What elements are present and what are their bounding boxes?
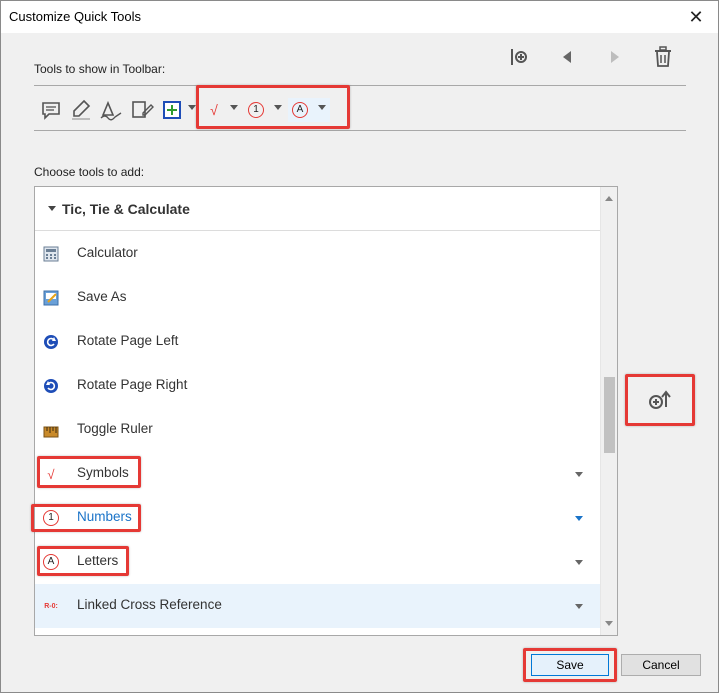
toolbar-actions — [501, 43, 691, 73]
trash-icon[interactable] — [651, 45, 675, 69]
group-title: Tic, Tie & Calculate — [62, 201, 190, 217]
save-highlight-box — [523, 648, 617, 682]
insert-separator-icon[interactable] — [507, 45, 531, 69]
rotate-right-icon — [41, 376, 61, 396]
calculator-icon — [41, 244, 61, 264]
dialog-title: Customize Quick Tools — [9, 9, 141, 24]
add-button-highlight-box — [625, 374, 695, 426]
title-bar: Customize Quick Tools ✕ — [1, 1, 718, 33]
fill-sign-icon[interactable] — [131, 98, 155, 122]
close-icon[interactable]: ✕ — [684, 5, 708, 29]
list-scrollbar[interactable] — [600, 187, 617, 635]
cross-reference-icon: R-0: — [44, 602, 58, 610]
numbers-dropdown-icon[interactable] — [575, 516, 583, 521]
list-item-linked-cross-reference[interactable]: R-0: Linked Cross Reference — [35, 584, 601, 628]
choose-tools-label: Choose tools to add: — [34, 165, 145, 179]
list-item-label: Rotate Page Left — [77, 333, 179, 348]
toolbar-preview: √ 1 A — [34, 85, 686, 131]
toolbar-highlight-box — [196, 85, 350, 129]
cross-reference-dropdown-icon[interactable] — [575, 604, 583, 609]
comment-icon[interactable] — [39, 98, 63, 122]
list-item-label: Save As — [77, 289, 127, 304]
list-item-label: Rotate Page Right — [77, 377, 188, 392]
toolbar-section-label: Tools to show in Toolbar: — [34, 62, 166, 76]
list-item-rotate-right[interactable]: Rotate Page Right — [35, 364, 601, 408]
move-left-icon[interactable] — [555, 45, 579, 69]
cancel-button[interactable]: Cancel — [621, 654, 701, 676]
list-item-toggle-ruler[interactable]: Toggle Ruler — [35, 408, 601, 452]
rotate-left-icon — [41, 332, 61, 352]
scroll-thumb[interactable] — [604, 377, 615, 453]
move-right-icon[interactable] — [603, 45, 627, 69]
save-as-icon — [41, 288, 61, 308]
symbols-highlight-box — [37, 456, 141, 488]
group-header[interactable]: Tic, Tie & Calculate — [35, 187, 601, 231]
scroll-down-icon[interactable] — [605, 621, 613, 626]
sign-icon[interactable] — [99, 98, 123, 122]
list-item-label: Calculator — [77, 245, 138, 260]
customize-quick-tools-dialog: Customize Quick Tools ✕ Tools to show in… — [0, 0, 719, 693]
numbers-highlight-box — [31, 504, 141, 532]
list-item-label: Toggle Ruler — [77, 421, 153, 436]
highlight-icon[interactable] — [69, 98, 93, 122]
letters-dropdown-icon[interactable] — [575, 560, 583, 565]
letters-highlight-box — [37, 546, 129, 576]
list-item-rotate-left[interactable]: Rotate Page Left — [35, 320, 601, 364]
list-item-label: Linked Cross Reference — [77, 597, 222, 612]
scroll-up-icon[interactable] — [605, 196, 613, 201]
add-image-icon[interactable] — [160, 98, 184, 122]
list-item-save-as[interactable]: Save As — [35, 276, 601, 320]
collapse-caret-icon[interactable] — [48, 206, 56, 211]
list-item-calculator[interactable]: Calculator — [35, 232, 601, 276]
ruler-icon — [41, 420, 61, 440]
symbols-dropdown-icon[interactable] — [575, 472, 583, 477]
add-image-dropdown-icon[interactable] — [188, 105, 196, 110]
